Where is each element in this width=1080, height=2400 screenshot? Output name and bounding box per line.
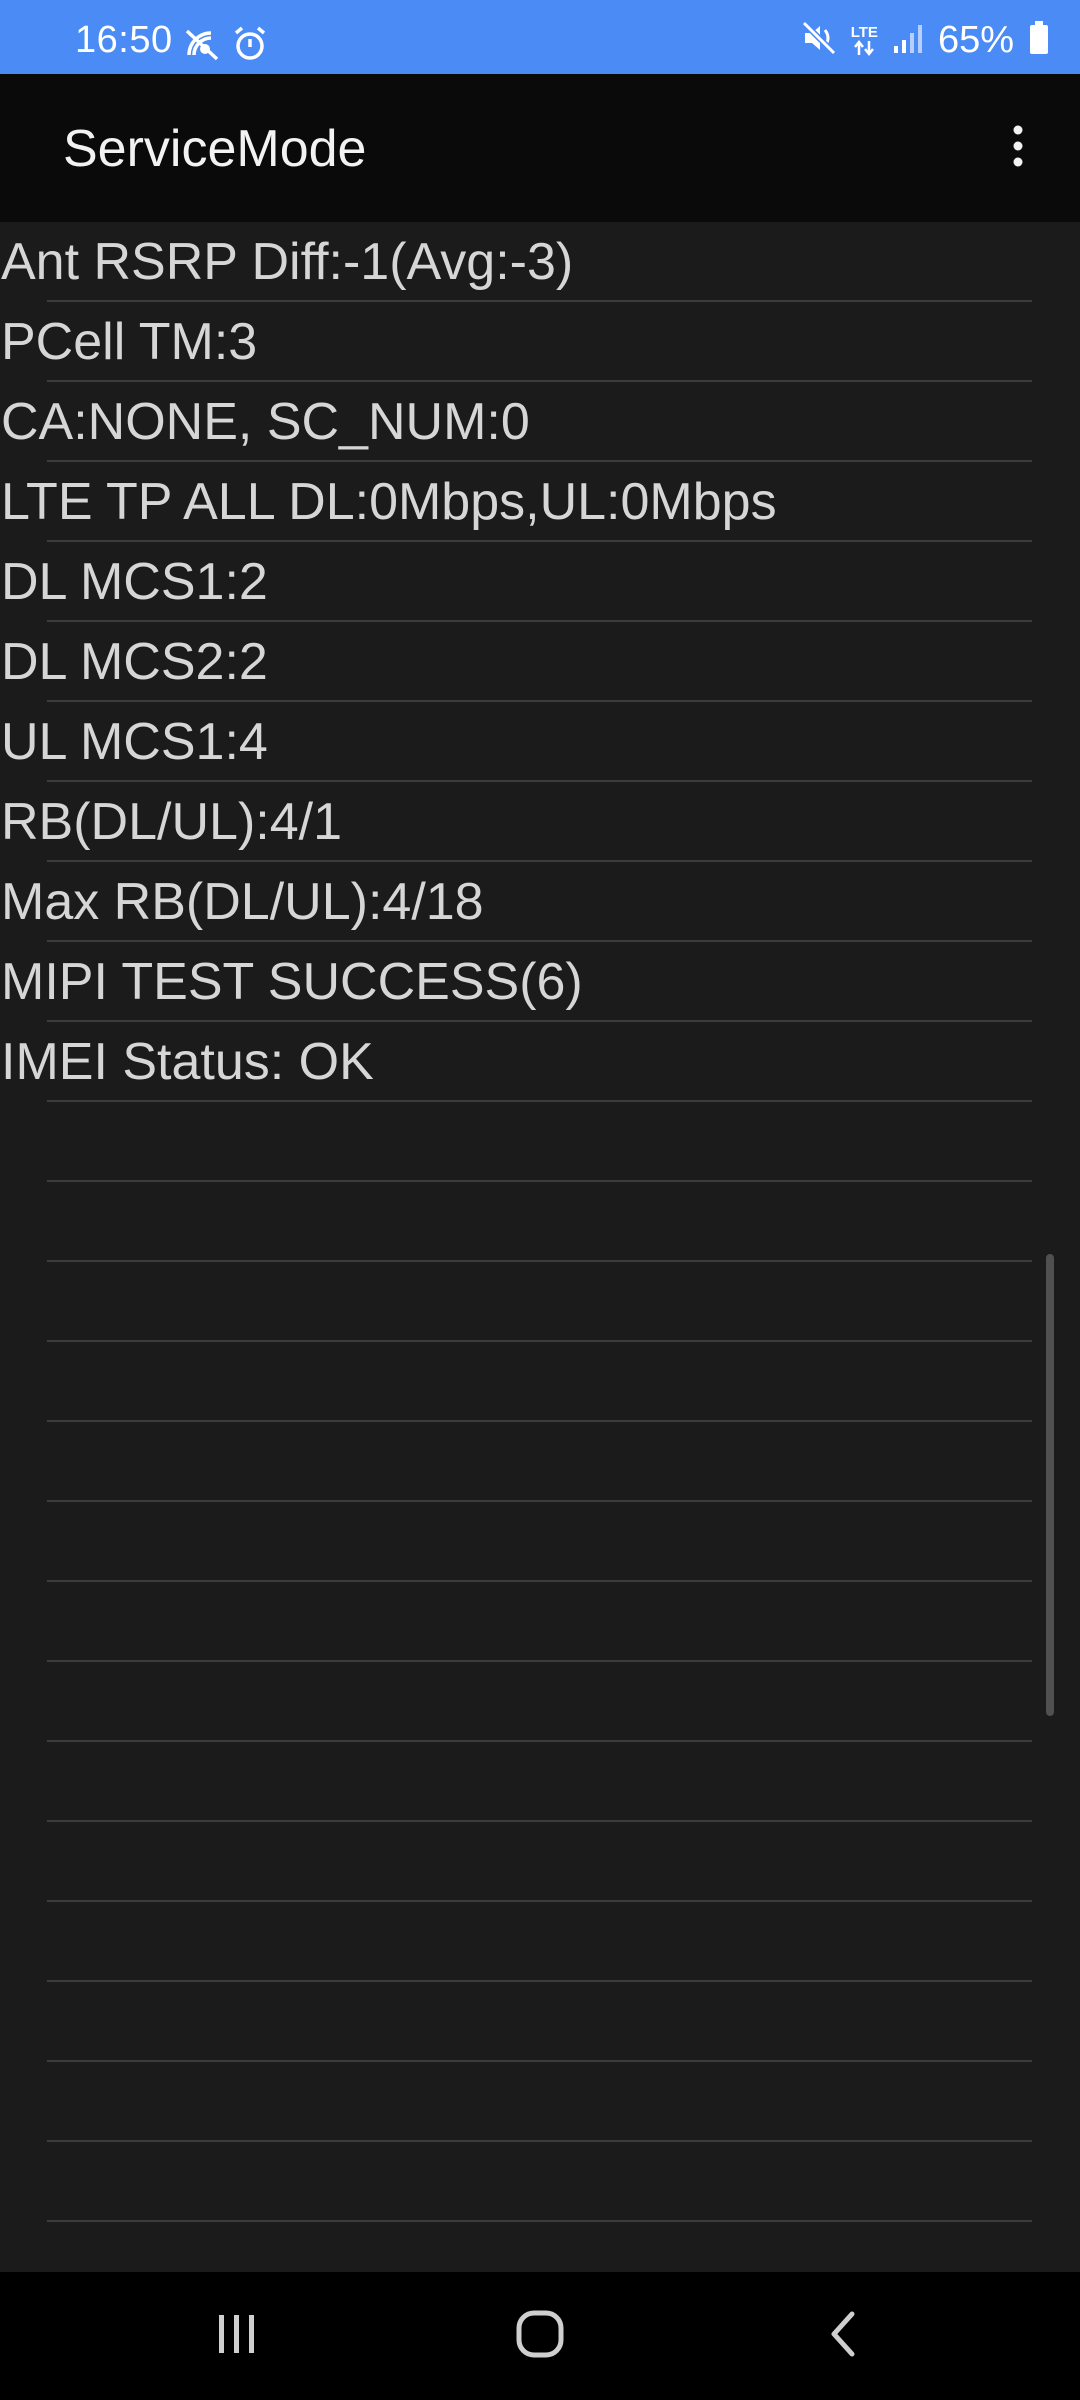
list-item: CA:NONE, SC_NUM:0 xyxy=(0,382,1080,462)
list-item-text: Max RB(DL/UL):4/18 xyxy=(1,873,484,931)
list-item-text: DL MCS1:2 xyxy=(1,553,268,611)
list-item xyxy=(0,1662,1080,1742)
list-item xyxy=(0,1742,1080,1822)
alarm-icon xyxy=(233,25,267,68)
list-item-text: LTE TP ALL DL:0Mbps,UL:0Mbps xyxy=(1,473,777,531)
list-item-text: RB(DL/UL):4/1 xyxy=(1,793,342,851)
list-item-text: CA:NONE, SC_NUM:0 xyxy=(1,393,530,451)
back-button[interactable] xyxy=(793,2296,893,2376)
list-item: PCell TM:3 xyxy=(0,302,1080,382)
recent-apps-icon xyxy=(215,2312,259,2361)
home-icon xyxy=(515,2309,565,2364)
recent-apps-button[interactable] xyxy=(187,2296,287,2376)
list-item: UL MCS1:4 xyxy=(0,702,1080,782)
list-item-text: IMEI Status: OK xyxy=(1,1033,374,1091)
list-item-text: PCell TM:3 xyxy=(1,313,258,371)
more-options-button[interactable] xyxy=(986,108,1050,188)
cell-signal-icon xyxy=(892,21,924,60)
list-item-text: UL MCS1:4 xyxy=(1,713,268,771)
list-item xyxy=(0,1502,1080,1582)
list-item xyxy=(0,1342,1080,1422)
list-item: DL MCS1:2 xyxy=(0,542,1080,622)
list-item: Max RB(DL/UL):4/18 xyxy=(0,862,1080,942)
list-item xyxy=(0,1422,1080,1502)
list-item xyxy=(0,1582,1080,1662)
list-item xyxy=(0,1982,1080,2062)
list-item-text: Ant RSRP Diff:-1(Avg:-3) xyxy=(1,233,574,291)
list-item: DL MCS2:2 xyxy=(0,622,1080,702)
list-item xyxy=(0,2222,1080,2272)
navigation-bar xyxy=(0,2272,1080,2400)
status-right-icons: LTE 65% xyxy=(801,20,1050,60)
list-item: IMEI Status: OK xyxy=(0,1022,1080,1102)
list-item: LTE TP ALL DL:0Mbps,UL:0Mbps xyxy=(0,462,1080,542)
list-item xyxy=(0,1102,1080,1182)
back-icon xyxy=(828,2310,858,2363)
list-item xyxy=(0,1822,1080,1902)
list-item xyxy=(0,2062,1080,2142)
status-bar: 16:50 LTE 65% xyxy=(0,0,1080,74)
app-bar: ServiceMode xyxy=(0,74,1080,222)
lte-data-icon: LTE xyxy=(851,25,878,56)
status-left-icons xyxy=(183,24,267,68)
list-item xyxy=(0,2142,1080,2222)
battery-icon xyxy=(1028,20,1050,61)
list-item xyxy=(0,1262,1080,1342)
list-item-text: DL MCS2:2 xyxy=(1,633,268,691)
list-item xyxy=(0,1182,1080,1262)
service-mode-list[interactable]: Ant RSRP Diff:-1(Avg:-3) PCell TM:3 CA:NON… xyxy=(0,222,1080,2272)
home-button[interactable] xyxy=(490,2296,590,2376)
list-item: RB(DL/UL):4/1 xyxy=(0,782,1080,862)
list-item: Ant RSRP Diff:-1(Avg:-3) xyxy=(0,222,1080,302)
scrollbar[interactable] xyxy=(1046,1254,1054,1716)
more-vert-icon xyxy=(1012,124,1024,173)
battery-percent: 65% xyxy=(937,19,1014,61)
status-time: 16:50 xyxy=(75,19,173,61)
list-item-text: MIPI TEST SUCCESS(6) xyxy=(1,953,583,1011)
list-item xyxy=(0,1902,1080,1982)
network-type-label: LTE xyxy=(850,23,878,41)
mute-icon xyxy=(801,20,837,61)
app-title: ServiceMode xyxy=(63,120,367,178)
list-rows: Ant RSRP Diff:-1(Avg:-3) PCell TM:3 CA:NON… xyxy=(0,222,1080,2272)
list-item: MIPI TEST SUCCESS(6) xyxy=(0,942,1080,1022)
signal-off-icon xyxy=(183,25,221,68)
